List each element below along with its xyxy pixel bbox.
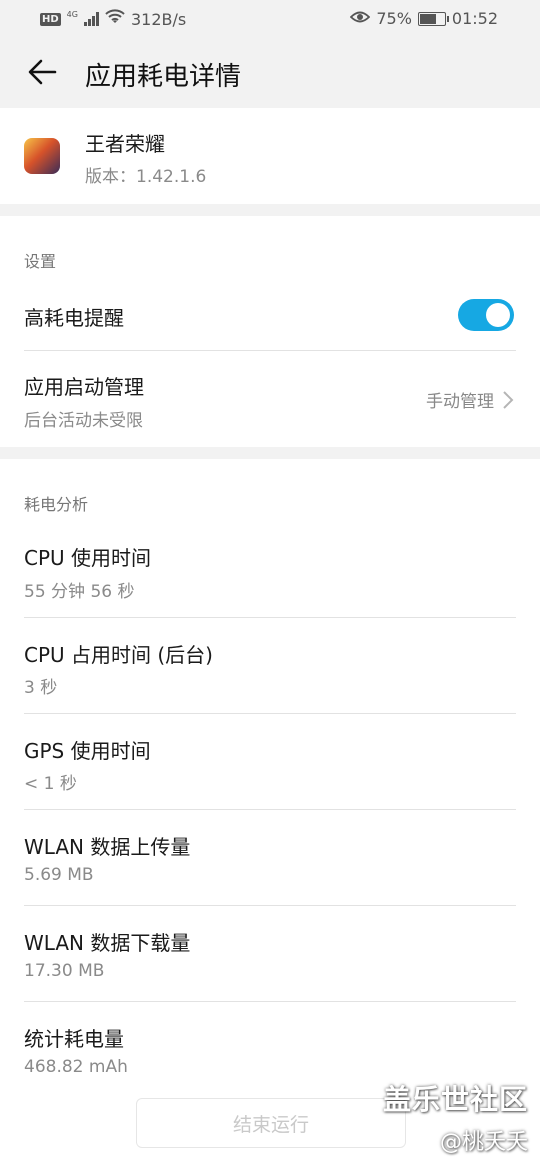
watermark-user: @桃夭夭 [439,1130,528,1155]
hd-badge: HD [40,12,61,26]
back-arrow-icon [28,59,57,85]
wlan-upload-title: WLAN 数据上传量 [24,835,191,859]
high-power-alert-toggle[interactable] [458,299,514,331]
gps-usage-value: < 1 秒 [24,774,77,794]
power-consumption-value: 468.82 mAh [24,1057,128,1077]
divider [24,905,516,906]
startup-management-subtitle: 后台活动未受限 [24,411,143,431]
watermark-site: 盖乐世社区 [382,1083,528,1116]
app-icon [24,138,60,174]
startup-management-value-text: 手动管理 [426,392,494,412]
startup-management-title: 应用启动管理 [24,375,144,399]
app-info-card: 王者荣耀 版本：1.42.1.6 [0,108,540,204]
section-divider [0,204,540,216]
battery-percent: 75% [376,9,412,28]
wifi-icon [105,9,125,29]
cpu-usage-title: CPU 使用时间 [24,546,152,570]
wlan-upload-value: 5.69 MB [24,865,94,885]
clock: 01:52 [451,9,498,28]
network-type: 4G [66,9,78,19]
startup-management-value: 手动管理 [426,387,514,412]
gps-usage-title: GPS 使用时间 [24,739,151,763]
app-bar: 应用耗电详情 [0,36,540,108]
back-button[interactable] [22,52,62,92]
wlan-download-value: 17.30 MB [24,961,105,981]
cpu-background-value: 3 秒 [24,678,58,698]
high-power-alert-label: 高耗电提醒 [24,306,124,330]
cpu-usage-value: 55 分钟 56 秒 [24,582,135,602]
watermark: 盖乐世社区 @桃夭夭 [383,1078,528,1156]
page-title: 应用耗电详情 [85,62,242,92]
divider [24,713,516,714]
app-version: 版本：1.42.1.6 [85,167,207,187]
signal-icon [83,12,99,26]
eye-comfort-icon [350,9,371,28]
network-speed: 312B/s [130,9,187,29]
cpu-background-title: CPU 占用时间 (后台) [24,643,213,667]
analysis-section-label: 耗电分析 [24,495,89,514]
battery-icon [417,11,449,26]
section-divider [0,447,540,459]
power-consumption-title: 统计耗电量 [24,1027,124,1051]
wlan-download-title: WLAN 数据下载量 [24,931,191,955]
settings-section-label: 设置 [24,252,57,271]
divider [24,617,516,618]
status-bar: HD 4G 312B/s 75% 01:52 [0,0,540,36]
chevron-right-icon [503,390,514,409]
divider [24,809,516,810]
force-stop-button[interactable]: 结束运行 [136,1098,406,1148]
app-name: 王者荣耀 [85,132,165,156]
divider [24,350,516,351]
divider [24,1001,516,1002]
